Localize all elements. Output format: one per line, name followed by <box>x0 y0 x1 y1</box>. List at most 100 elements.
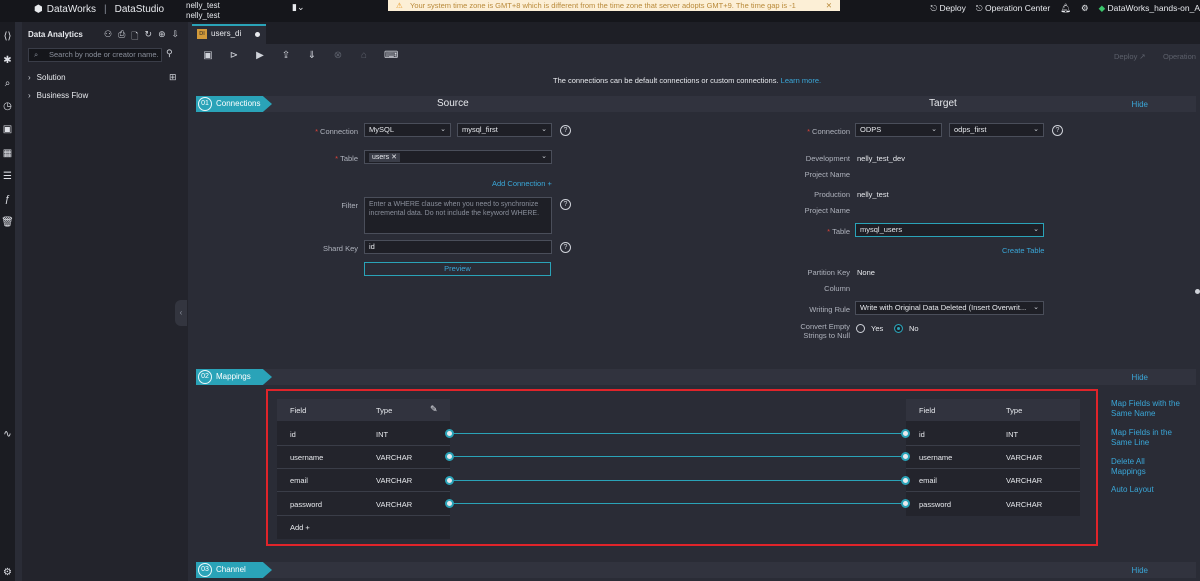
new-file-icon[interactable]: 🗋︎ <box>131 29 138 45</box>
dev-project-value: nelly_test_dev <box>857 154 905 163</box>
section-mappings: 02 Mappings Hide <box>196 369 1196 385</box>
map-same-line-link[interactable]: Map Fields in the Same Line <box>1111 428 1181 448</box>
target-connection-label: * Connection <box>807 127 850 136</box>
section-tag: 03 Channel <box>196 562 272 578</box>
help-icon[interactable]: ? <box>560 242 571 253</box>
collapse-panel-handle[interactable]: ‹ <box>175 300 187 326</box>
search-input[interactable]: ⌕ Search by node or creator name. <box>28 48 162 62</box>
chevron-down-icon: ⌄ <box>1033 126 1039 133</box>
operation-center-link[interactable]: ⎋ Operation Center <box>976 3 1050 14</box>
auto-layout-link[interactable]: Auto Layout <box>1111 485 1181 495</box>
run-icon[interactable]: ⊳ <box>228 50 240 62</box>
clock-icon[interactable]: ◷ <box>1 100 14 113</box>
help-icon[interactable]: ? <box>560 199 571 210</box>
table-chip[interactable]: users ✕ <box>369 153 400 162</box>
refresh-icon[interactable]: ↻ <box>145 29 153 45</box>
add-connection-link[interactable]: Add Connection + <box>492 179 552 188</box>
save-icon[interactable]: ▣ <box>202 50 214 62</box>
source-title: Source <box>437 98 469 109</box>
tree-item-business-flow[interactable]: › Business Flow <box>28 91 88 100</box>
mappings-highlight-box <box>266 389 1098 546</box>
list-icon[interactable]: ☰ <box>1 170 14 183</box>
chevron-down-icon: ⌄ <box>1033 304 1039 311</box>
submit-icon[interactable]: ⇪ <box>280 50 292 62</box>
brand[interactable]: ⬢ DataWorks | DataStudio <box>34 4 164 15</box>
close-icon[interactable]: ✕ <box>826 0 832 11</box>
bookmark-icon[interactable]: ▮⌄ <box>292 2 305 13</box>
chevron-down-icon: ⌄ <box>440 126 446 133</box>
preview-button[interactable]: Preview <box>364 262 551 276</box>
locate-icon[interactable]: ⊕ <box>158 29 166 45</box>
tree-item-solution[interactable]: › Solution <box>28 73 66 82</box>
delete-all-mappings-link[interactable]: Delete All Mappings <box>1111 457 1181 477</box>
section-channel: 03 Channel Hide <box>196 562 1196 578</box>
table-icon[interactable]: ▦ <box>1 147 14 160</box>
create-table-link[interactable]: Create Table <box>1002 246 1044 255</box>
hide-mappings-link[interactable]: Hide <box>1132 373 1148 382</box>
user-icon[interactable]: ⚇ <box>104 29 112 45</box>
script-mode-icon[interactable]: ⌨ <box>384 50 398 62</box>
section-tag: 01 Connections <box>196 96 272 112</box>
top-right-actions: ⎋ Deploy ⎋ Operation Center 🔔︎ ⚙ ◆ DataW… <box>930 3 1200 14</box>
shard-key-input[interactable]: id <box>364 240 552 254</box>
dev-project-label: Development Project Name <box>804 154 850 179</box>
writing-rule-label: Writing Rule <box>809 305 850 314</box>
search-icon[interactable]: ⌕ <box>1 77 14 90</box>
partition-key-label: Partition Key Column <box>807 268 850 293</box>
timezone-warning: ⚠ Your system time zone is GMT+8 which i… <box>388 0 840 11</box>
prod-project-label: Production Project Name <box>804 190 850 215</box>
target-connection-type-select[interactable]: ODPS ⌄ <box>855 123 942 137</box>
filter-icon[interactable]: ⚲ <box>166 48 173 59</box>
file-search-icon[interactable]: ⎙ <box>118 29 125 45</box>
help-icon[interactable]: ? <box>1052 125 1063 136</box>
target-table-label: * Table <box>827 227 850 236</box>
operation-disabled-button[interactable]: Operation <box>1163 52 1196 61</box>
target-title: Target <box>929 98 957 109</box>
scroll-indicator[interactable] <box>1195 289 1200 294</box>
target-table-select[interactable]: mysql_users ⌄ <box>855 223 1044 237</box>
editor-toolbar: ▣ ⊳ ▶ ⇪ ⇓ ⊗ ⌂ ⌨ Deploy ↗ Operation <box>192 44 1200 68</box>
function-icon[interactable]: ƒ <box>1 193 14 206</box>
import-icon[interactable]: ⇩ <box>172 29 180 45</box>
run-with-params-icon[interactable]: ▶ <box>254 50 266 62</box>
map-same-name-link[interactable]: Map Fields with the Same Name <box>1111 399 1181 419</box>
help-icon[interactable]: ? <box>560 125 571 136</box>
pulse-icon[interactable]: ∿ <box>1 428 14 441</box>
chevron-down-icon: ⌄ <box>1033 226 1039 233</box>
source-table-select[interactable]: users ✕ ⌄ <box>364 150 552 164</box>
target-connection-select[interactable]: odps_first ⌄ <box>949 123 1044 137</box>
deploy-link[interactable]: ⎋ Deploy <box>930 3 966 14</box>
trash-icon[interactable]: 🗑︎ <box>1 216 14 229</box>
chevron-down-icon: ⌄ <box>541 126 547 133</box>
filter-label: Filter <box>341 201 358 210</box>
data-analytics-icon[interactable]: ⟨⟩ <box>1 30 14 43</box>
tab-bar: DI users_di <box>192 22 1200 44</box>
convert-no-radio[interactable] <box>894 324 903 333</box>
hide-channel-link[interactable]: Hide <box>1132 566 1148 575</box>
settings-icon[interactable]: ⚙ <box>1 566 14 579</box>
pull-icon[interactable]: ⇓ <box>306 50 318 62</box>
unsaved-dot <box>255 32 260 37</box>
source-connection-select[interactable]: mysql_first ⌄ <box>457 123 552 137</box>
components-icon[interactable]: ✱ <box>1 54 14 67</box>
brand-name: DataWorks <box>46 4 97 15</box>
tools-icon[interactable]: ⚙ <box>1081 3 1089 14</box>
writing-rule-select[interactable]: Write with Original Data Deleted (Insert… <box>855 301 1044 315</box>
convert-yes-radio[interactable] <box>856 324 865 333</box>
filter-textarea[interactable]: Enter a WHERE clause when you need to sy… <box>364 197 552 234</box>
bell-icon[interactable]: 🔔︎ <box>1060 3 1071 14</box>
shard-key-label: Shard Key <box>322 244 358 253</box>
stop-icon[interactable]: ⊗ <box>332 50 344 62</box>
hide-connections-link[interactable]: Hide <box>1132 100 1148 109</box>
learn-more-link[interactable]: Learn more. <box>781 76 821 85</box>
convert-no-label: No <box>909 324 919 333</box>
deploy-disabled-button[interactable]: Deploy ↗ <box>1114 52 1146 61</box>
source-connection-type-select[interactable]: MySQL ⌄ <box>364 123 451 137</box>
tab-users-di[interactable]: DI users_di <box>192 24 266 44</box>
chevron-down-icon: ⌄ <box>931 126 937 133</box>
workspace-selector[interactable]: ◆ DataWorks_hands-on_A <box>1099 3 1200 14</box>
briefcase-icon[interactable]: ▣ <box>1 123 14 136</box>
current-user[interactable]: nelly_test nelly_test <box>186 1 220 21</box>
grid-icon[interactable]: ⊞ <box>169 72 177 83</box>
lock-icon[interactable]: ⌂ <box>358 50 370 62</box>
